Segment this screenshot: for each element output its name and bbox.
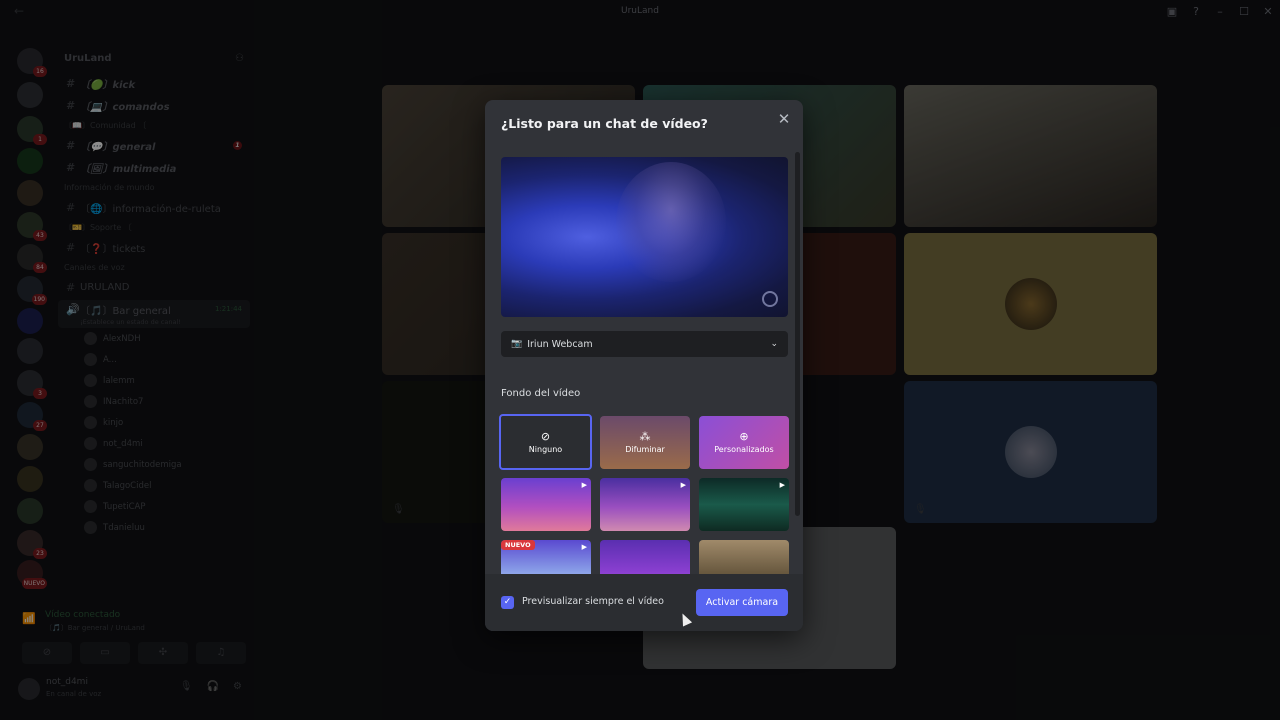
background-thumbnail[interactable]: ▶ — [600, 478, 690, 531]
video-chat-modal: ¿Listo para un chat de vídeo? ✕ 📷 Iriun … — [485, 100, 803, 631]
background-option-custom[interactable]: ⊕ Personalizados — [699, 416, 789, 469]
scrollbar[interactable] — [795, 152, 800, 516]
always-preview-label[interactable]: Previsualizar siempre el vídeo — [522, 596, 664, 607]
background-thumbnail[interactable]: ▶ — [501, 478, 591, 531]
background-option-label: Personalizados — [714, 445, 774, 454]
discord-app: ← UruLand ▣ ? – ☐ ✕ 16 1 43 84 190 3 27 23 NUEVO… — [0, 0, 1280, 720]
new-badge: NUEVO — [501, 540, 535, 550]
webcam-watermark-icon — [762, 291, 778, 307]
camera-select-value: Iriun Webcam — [527, 338, 593, 350]
background-section-title: Fondo del vídeo — [501, 388, 581, 399]
background-thumbnail[interactable] — [699, 540, 789, 574]
close-icon[interactable]: ✕ — [775, 110, 793, 128]
camera-icon: 📷 — [511, 339, 523, 349]
play-icon: ▶ — [680, 481, 686, 489]
background-thumbnail[interactable]: ▶ — [699, 478, 789, 531]
blur-icon: ⁂ — [639, 430, 651, 443]
background-thumbnail[interactable]: NUEVO ▶ — [501, 540, 591, 574]
camera-select[interactable]: 📷 Iriun Webcam ⌄ — [501, 331, 788, 357]
camera-preview — [501, 157, 788, 317]
modal-scroll-area[interactable]: 📷 Iriun Webcam ⌄ Fondo del vídeo ⊘ Ningu… — [485, 148, 803, 574]
always-preview-checkbox[interactable]: ✓ — [501, 596, 514, 609]
background-option-none[interactable]: ⊘ Ninguno — [499, 414, 592, 470]
play-icon: ▶ — [779, 481, 785, 489]
preview-figure — [616, 162, 726, 282]
play-icon: ▶ — [581, 481, 587, 489]
chevron-down-icon: ⌄ — [770, 339, 778, 349]
background-option-label: Difuminar — [625, 445, 665, 454]
modal-title: ¿Listo para un chat de vídeo? — [501, 116, 708, 131]
add-image-icon: ⊕ — [739, 430, 749, 443]
play-icon: ▶ — [581, 543, 587, 551]
background-option-blur[interactable]: ⁂ Difuminar — [600, 416, 690, 469]
background-thumbnail[interactable] — [600, 540, 690, 574]
activate-camera-button[interactable]: Activar cámara — [696, 589, 788, 616]
none-icon: ⊘ — [540, 429, 551, 443]
background-option-label: Ninguno — [528, 444, 563, 454]
modal-footer: ✓ Previsualizar siempre el vídeo Activar… — [485, 574, 803, 631]
